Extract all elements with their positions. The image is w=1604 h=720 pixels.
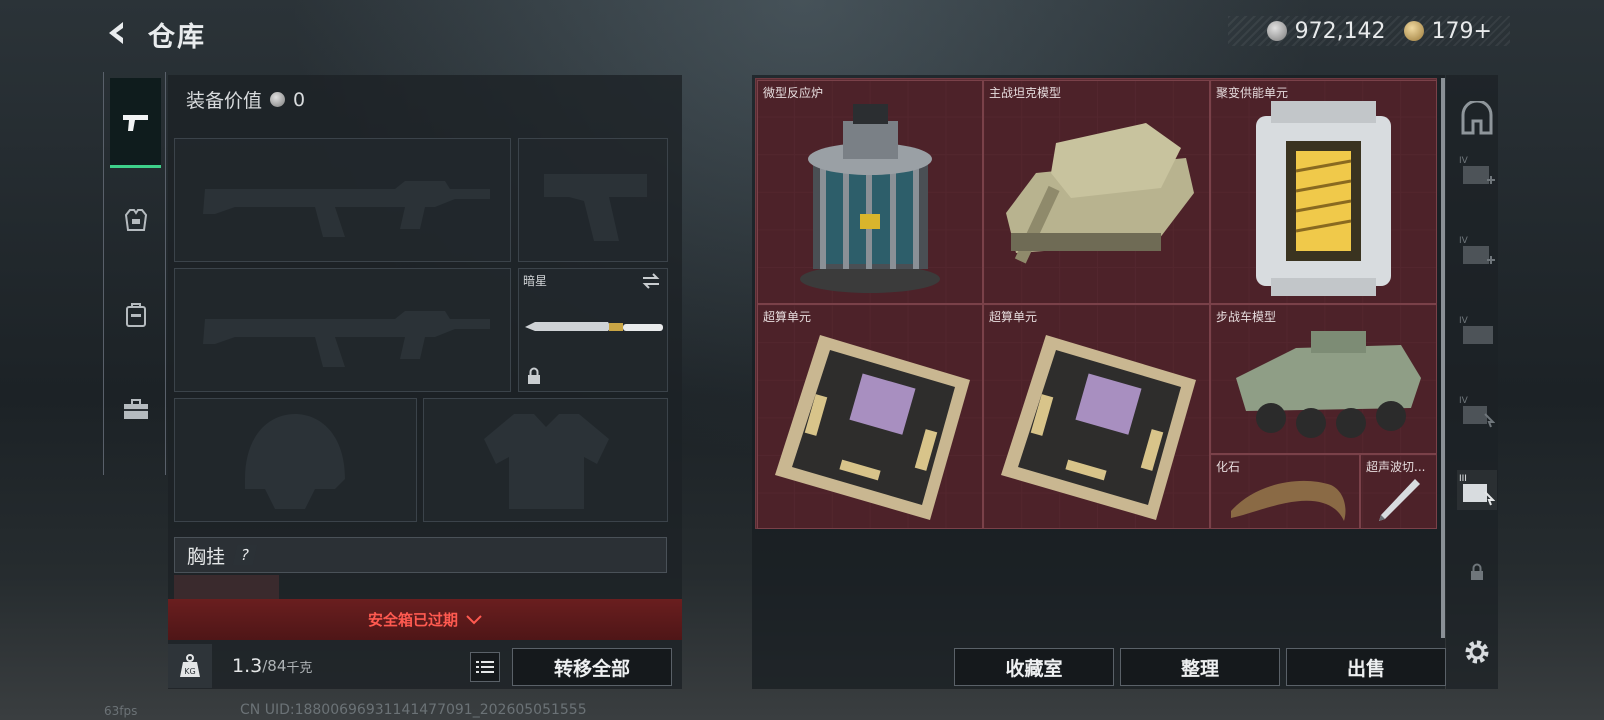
item-name: 超算单元 (763, 310, 812, 324)
list-icon (476, 661, 494, 673)
helmet-silhouette-icon (245, 414, 345, 509)
chest-rig-label: 胸挂 (187, 545, 226, 568)
gold-coin-icon (1403, 21, 1424, 41)
svg-text:IV: IV (1459, 396, 1469, 406)
chevron-down-icon (466, 614, 482, 624)
item-fossil[interactable]: 化石 (1210, 454, 1360, 529)
svg-text:IV: IV (1459, 316, 1469, 326)
rifle-silhouette-icon (203, 181, 490, 237)
back-button[interactable] (100, 16, 134, 50)
rifle-silhouette-icon (203, 311, 490, 367)
knife-name: 暗星 (523, 274, 548, 288)
toolbox-icon (123, 399, 148, 419)
item-main-battle-tank-model[interactable]: 主战坦克模型 (983, 80, 1210, 304)
transfer-all-button[interactable]: 转移全部 (512, 648, 672, 686)
currency-display: 972,142 179+ (1228, 16, 1510, 46)
case-plus-icon: IV (1459, 236, 1495, 264)
reactor-icon (800, 104, 940, 293)
knife-icon (525, 322, 663, 331)
item-name: 超算单元 (989, 310, 1038, 324)
weight-current: 1.3 (232, 655, 263, 677)
armor-silhouette-icon (484, 414, 609, 509)
item-micro-reactor[interactable]: 微型反应炉 (757, 80, 983, 304)
lock-icon (1471, 563, 1483, 580)
expansion-slot-iv-2[interactable]: IV (1457, 232, 1497, 272)
svg-text:KG: KG (184, 667, 195, 676)
melee-slot[interactable]: 暗星 (518, 268, 668, 392)
sell-button[interactable]: 出售 (1286, 648, 1446, 686)
gold-value[interactable]: 179+ (1432, 19, 1492, 44)
lock-icon (528, 367, 540, 384)
item-fusion-power-unit[interactable]: 聚变供能单元 (1210, 80, 1437, 304)
svg-text:III: III (1459, 474, 1467, 484)
expansion-slot-iv-3[interactable]: IV (1457, 312, 1497, 352)
cutter-icon (1379, 479, 1420, 521)
vault-icon (1461, 101, 1493, 135)
collection-room-button[interactable]: 收藏室 (954, 648, 1114, 686)
backpack-icon (125, 303, 146, 327)
silver-coin-icon (1266, 21, 1287, 41)
svg-text:IV: IV (1459, 236, 1469, 246)
secondary-weapon-slot[interactable] (174, 268, 511, 392)
case-icon: IV (1459, 316, 1493, 344)
equipment-value: 装备价值 0 (186, 86, 305, 113)
kg-weight-icon: KG (168, 644, 212, 688)
tab-weapons[interactable] (110, 78, 161, 168)
safe-box-status: 安全箱已过期 (367, 611, 458, 629)
safe-box-bar[interactable]: 安全箱已过期 (168, 599, 682, 640)
chest-rig-slot[interactable]: 胸挂 ? (174, 537, 667, 573)
item-ifv-model[interactable]: 步战车模型 (1210, 304, 1437, 454)
case-plus-icon: IV (1459, 156, 1495, 184)
expansion-slot-iv-4[interactable]: IV (1457, 392, 1497, 432)
item-name: 超声波切... (1366, 460, 1426, 474)
equipment-value-label: 装备价值 (186, 90, 263, 112)
fossil-icon (1231, 480, 1346, 521)
organize-button[interactable]: 整理 (1120, 648, 1280, 686)
primary-weapon-slot[interactable] (174, 138, 511, 262)
silver-coin-icon (270, 92, 286, 107)
fps-counter: 63fps (104, 704, 138, 718)
svg-text:IV: IV (1459, 156, 1469, 166)
gear-icon (1465, 640, 1489, 664)
expansion-slot-iii[interactable]: III (1457, 470, 1497, 510)
armor-vest-icon (124, 209, 147, 231)
tab-armor[interactable] (110, 175, 161, 265)
equipment-value-number: 0 (293, 88, 306, 111)
stash-scrollbar[interactable] (1441, 78, 1445, 638)
expansion-slot-iv-1[interactable]: IV (1457, 152, 1497, 192)
weight-unit: 千克 (286, 660, 313, 676)
armor-slot[interactable] (423, 398, 668, 522)
case-cursor-icon: III (1459, 474, 1495, 506)
circuit-board-icon (775, 335, 970, 520)
swap-icon[interactable] (641, 273, 661, 289)
item-supercomputing-unit[interactable]: 超算单元 (983, 304, 1210, 529)
circuit-board-icon (1001, 335, 1196, 520)
uid-footer: CN UID:18800696931141477091_202605051555 (240, 702, 587, 718)
back-arrow-icon (109, 22, 123, 44)
help-icon[interactable]: ? (232, 545, 258, 565)
item-name: 主战坦克模型 (989, 86, 1062, 100)
stash-view-button[interactable] (1457, 98, 1497, 138)
settings-button[interactable] (1457, 632, 1497, 672)
item-supercomputing-unit[interactable]: 超算单元 (757, 304, 983, 529)
tab-backpack[interactable] (110, 270, 161, 360)
pistol-icon (122, 114, 148, 131)
weight-max: /84 (262, 657, 287, 675)
pistol-slot[interactable] (518, 138, 668, 262)
tank-icon (1006, 123, 1194, 264)
page-title: 仓库 (148, 22, 206, 53)
armored-vehicle-icon (1236, 331, 1421, 438)
chest-rig-preview (174, 575, 279, 599)
fusion-unit-icon (1256, 101, 1391, 296)
item-ultrasonic-cutter[interactable]: 超声波切... (1360, 454, 1437, 529)
list-view-button[interactable] (470, 652, 500, 682)
locked-slot (1457, 552, 1497, 592)
helmet-slot[interactable] (174, 398, 417, 522)
tab-toolbox[interactable] (110, 364, 161, 454)
silver-value: 972,142 (1294, 18, 1386, 44)
equipment-tabs (103, 72, 166, 475)
pistol-silhouette-icon (544, 174, 647, 241)
case-cursor-icon: IV (1459, 396, 1495, 428)
